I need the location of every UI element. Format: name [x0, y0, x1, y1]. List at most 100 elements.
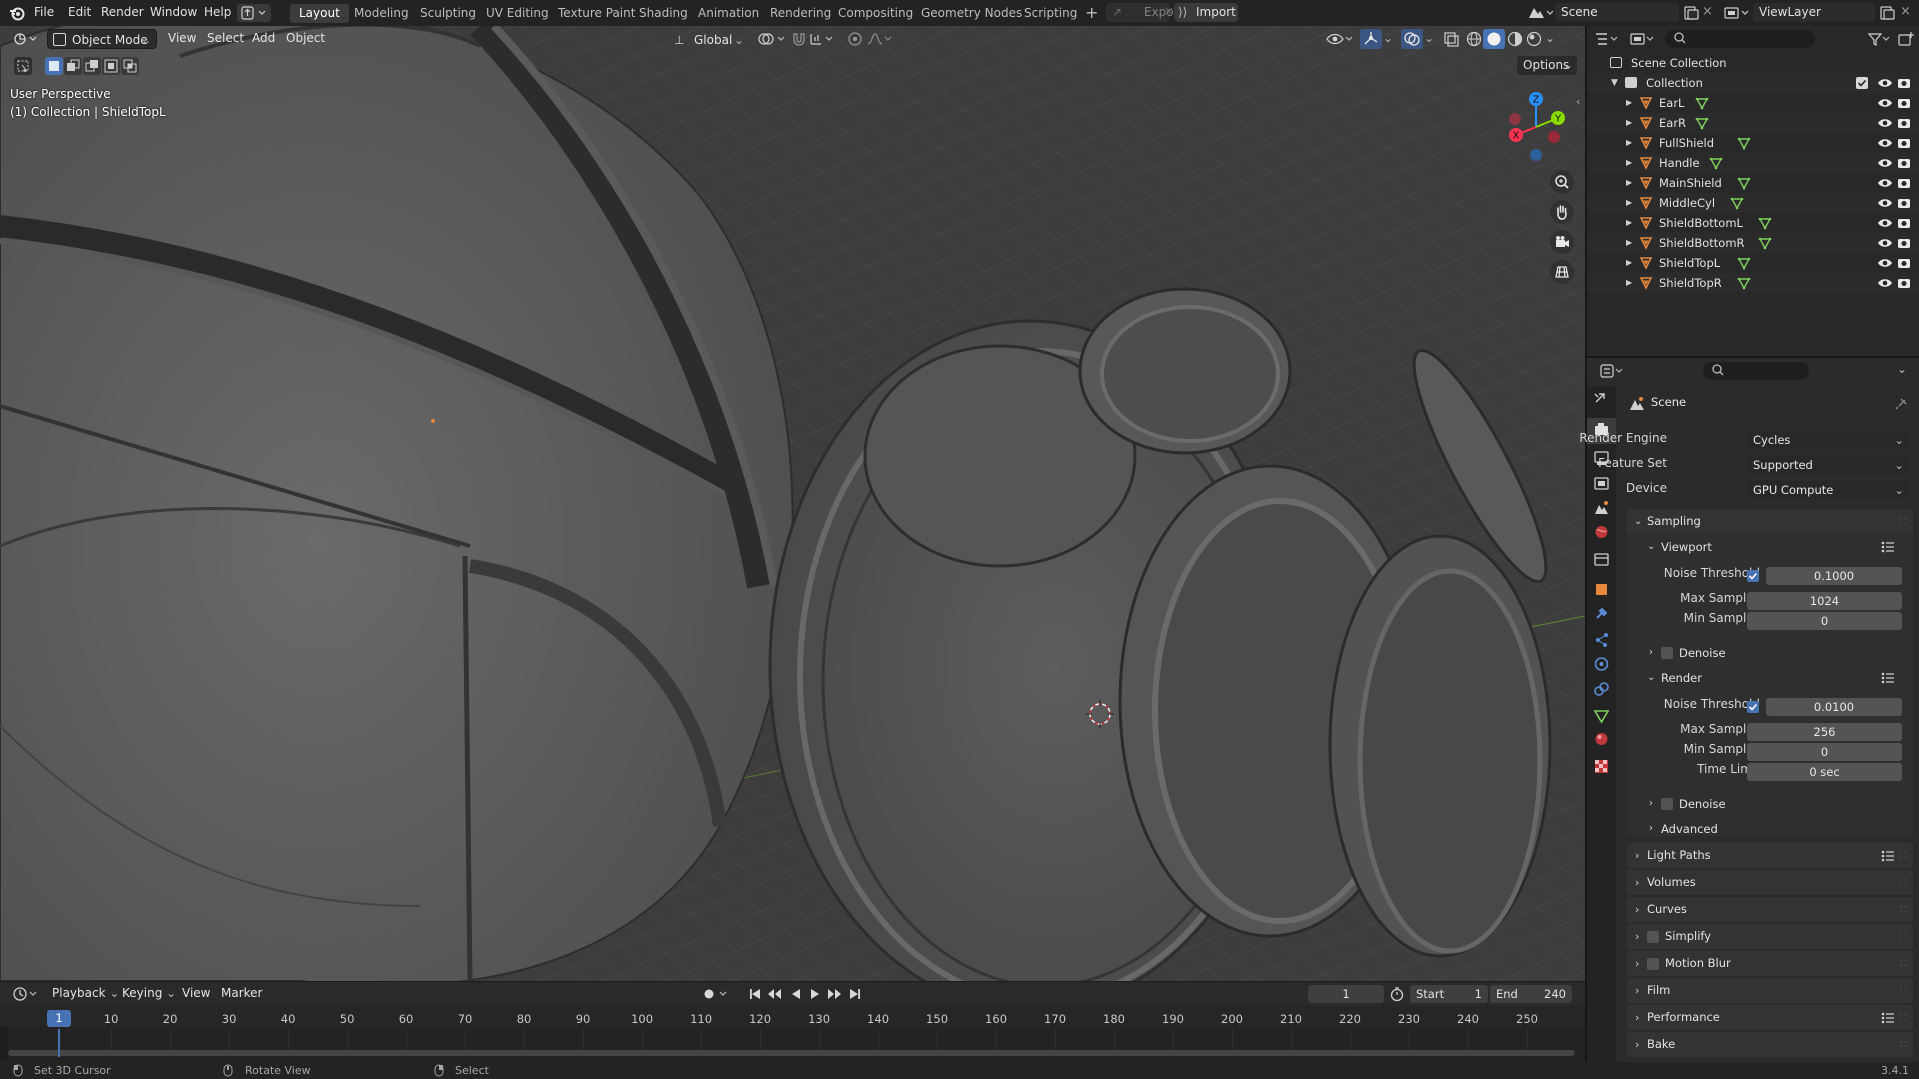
mesh-data-icon[interactable] — [1695, 96, 1709, 110]
mesh-data-tab-icon[interactable] — [1593, 710, 1610, 724]
expand-arrow-icon[interactable]: ▶ — [1626, 93, 1632, 113]
panel-light-paths[interactable]: › Light Paths ∷ — [1627, 843, 1913, 868]
pivot-point-icon[interactable] — [757, 31, 787, 47]
tab-modeling[interactable]: Modeling — [345, 4, 418, 23]
3d-viewport[interactable] — [0, 26, 1585, 981]
panel-curves[interactable]: › Curves ∷ — [1627, 897, 1913, 922]
gizmo-dropdown-icon[interactable]: ⌄ — [1383, 31, 1393, 45]
panel-performance[interactable]: › Performance ∷ — [1627, 1005, 1913, 1030]
camera-icon[interactable] — [1897, 256, 1911, 270]
r-noise-threshold-field[interactable]: 0.0100 — [1766, 698, 1902, 716]
panel-volumes[interactable]: › Volumes ∷ — [1627, 870, 1913, 895]
select-mode-intersect-icon[interactable] — [121, 57, 139, 75]
auto-keying-icon[interactable] — [703, 987, 731, 1001]
menu-render[interactable]: Render — [101, 5, 144, 19]
camera-icon[interactable] — [1897, 216, 1911, 230]
camera-icon[interactable] — [1897, 76, 1911, 90]
jump-keyframe-back-icon[interactable] — [767, 987, 783, 1001]
drag-handle-icon[interactable]: ∷ — [1900, 897, 1907, 922]
end-frame-field[interactable]: End 240 — [1490, 985, 1572, 1003]
timeline-scrollbar[interactable] — [8, 1050, 1575, 1056]
expand-arrow-icon[interactable]: ▶ — [1626, 133, 1632, 153]
shading-rendered-icon[interactable] — [1525, 30, 1543, 48]
outliner-item-shieldbottomr[interactable]: ▶ ShieldBottomR — [1587, 233, 1919, 253]
overlays-toggle-icon[interactable] — [1401, 29, 1423, 49]
outliner-item-shieldtopr[interactable]: ▶ ShieldTopR — [1587, 273, 1919, 293]
r-noise-threshold-checkbox[interactable] — [1747, 701, 1759, 713]
outliner-collection[interactable]: ▼ Collection — [1587, 73, 1919, 93]
jump-end-icon[interactable] — [848, 987, 862, 1001]
mesh-data-icon[interactable] — [1737, 276, 1751, 290]
vp-noise-threshold-field[interactable]: 0.1000 — [1766, 567, 1902, 585]
gizmo-toggle-icon[interactable] — [1360, 29, 1382, 49]
view-layer-selector[interactable]: ViewLayer — [1753, 3, 1875, 22]
outliner-item-fullshield[interactable]: ▶ FullShield — [1587, 133, 1919, 153]
eye-icon[interactable] — [1877, 96, 1893, 110]
list-icon[interactable] — [1881, 540, 1895, 554]
filter-icon[interactable] — [1866, 30, 1892, 48]
camera-view-icon[interactable] — [1550, 230, 1574, 254]
jump-keyframe-forward-icon[interactable] — [826, 987, 842, 1001]
tab-scripting[interactable]: Scripting — [1015, 4, 1086, 23]
viewport-menu-add[interactable]: Add — [252, 31, 275, 45]
eye-icon[interactable] — [1877, 156, 1893, 170]
constraints-tab-icon[interactable] — [1594, 682, 1609, 696]
list-icon[interactable] — [1881, 849, 1895, 863]
mesh-data-icon[interactable] — [1709, 156, 1723, 170]
r-denoise-checkbox[interactable] — [1661, 798, 1673, 810]
viewport-menu-object[interactable]: Object — [286, 31, 325, 45]
eye-icon[interactable] — [1877, 76, 1893, 90]
r-max-samples-field[interactable]: 256 — [1747, 723, 1902, 741]
outliner-item-shieldbottoml[interactable]: ▶ ShieldBottomL — [1587, 213, 1919, 233]
material-tab-icon[interactable] — [1595, 733, 1608, 745]
timeline-menu-keying[interactable]: Keying ⌄ — [122, 986, 176, 1000]
subpanel-r-denoise[interactable]: › Denoise — [1641, 793, 1913, 815]
expand-arrow-icon[interactable]: ▶ — [1626, 173, 1632, 193]
viewport-menu-view[interactable]: View — [168, 31, 196, 45]
shading-dropdown-icon[interactable]: ⌄ — [1545, 31, 1555, 45]
options-dropdown[interactable]: Options ⌄ — [1517, 56, 1577, 75]
snap-magnet-icon[interactable] — [791, 31, 807, 47]
stopwatch-icon[interactable] — [1389, 986, 1405, 1002]
overlays-dropdown-icon[interactable]: ⌄ — [1424, 31, 1434, 45]
menu-help[interactable]: Help — [204, 5, 231, 19]
subpanel-render[interactable]: ⌄ Render — [1641, 667, 1913, 689]
xray-toggle-icon[interactable] — [1442, 30, 1460, 48]
eye-icon[interactable] — [1877, 116, 1893, 130]
mesh-data-icon[interactable] — [1737, 176, 1751, 190]
drag-handle-icon[interactable]: ∷ — [1900, 924, 1907, 949]
camera-icon[interactable] — [1897, 236, 1911, 250]
add-workspace-icon[interactable]: + — [1085, 3, 1098, 22]
tab-compositing[interactable]: Compositing — [829, 4, 922, 23]
camera-icon[interactable] — [1897, 196, 1911, 210]
scene-tab-icon[interactable] — [1595, 501, 1608, 514]
delete-view-layer-icon[interactable]: × — [1900, 4, 1911, 19]
timeline-menu-marker[interactable]: Marker — [221, 986, 262, 1000]
scene-icon[interactable] — [1526, 4, 1554, 22]
falloff-icon[interactable] — [866, 31, 896, 47]
tab-shading[interactable]: Shading — [630, 4, 697, 23]
vp-max-samples-field[interactable]: 1024 — [1747, 592, 1902, 610]
editor-type-icon[interactable] — [12, 30, 38, 48]
tab-animation[interactable]: Animation — [689, 4, 768, 23]
expand-arrow-icon[interactable]: ▶ — [1626, 213, 1632, 233]
start-frame-field[interactable]: Start 1 — [1410, 985, 1488, 1003]
outliner-item-shieldtopl[interactable]: ▶ ShieldTopL — [1587, 253, 1919, 273]
collapse-arrow-icon[interactable]: ▼ — [1611, 73, 1618, 93]
eye-icon[interactable] — [1877, 196, 1893, 210]
new-collection-icon[interactable] — [1897, 30, 1915, 48]
panel-enable-checkbox[interactable] — [1647, 931, 1659, 943]
subpanel-vp-denoise[interactable]: › Denoise — [1641, 642, 1913, 664]
play-icon[interactable] — [808, 987, 822, 1001]
timeline-menu-playback[interactable]: Playback ⌄ — [52, 986, 119, 1000]
select-mode-invert-icon[interactable] — [102, 57, 120, 75]
r-min-samples-field[interactable]: 0 — [1747, 743, 1902, 761]
outliner-item-mainshield[interactable]: ▶ MainShield — [1587, 173, 1919, 193]
sidebar-toggle-icon[interactable]: ‹ — [1576, 95, 1580, 108]
subpanel-viewport[interactable]: ⌄ Viewport — [1641, 536, 1913, 558]
pin-icon[interactable] — [1895, 396, 1909, 410]
render-engine-dropdown[interactable]: Cycles ⌄ — [1747, 431, 1909, 449]
playhead-line[interactable] — [58, 1029, 60, 1057]
expand-arrow-icon[interactable]: ▶ — [1626, 273, 1632, 293]
mesh-data-icon[interactable] — [1695, 116, 1709, 130]
